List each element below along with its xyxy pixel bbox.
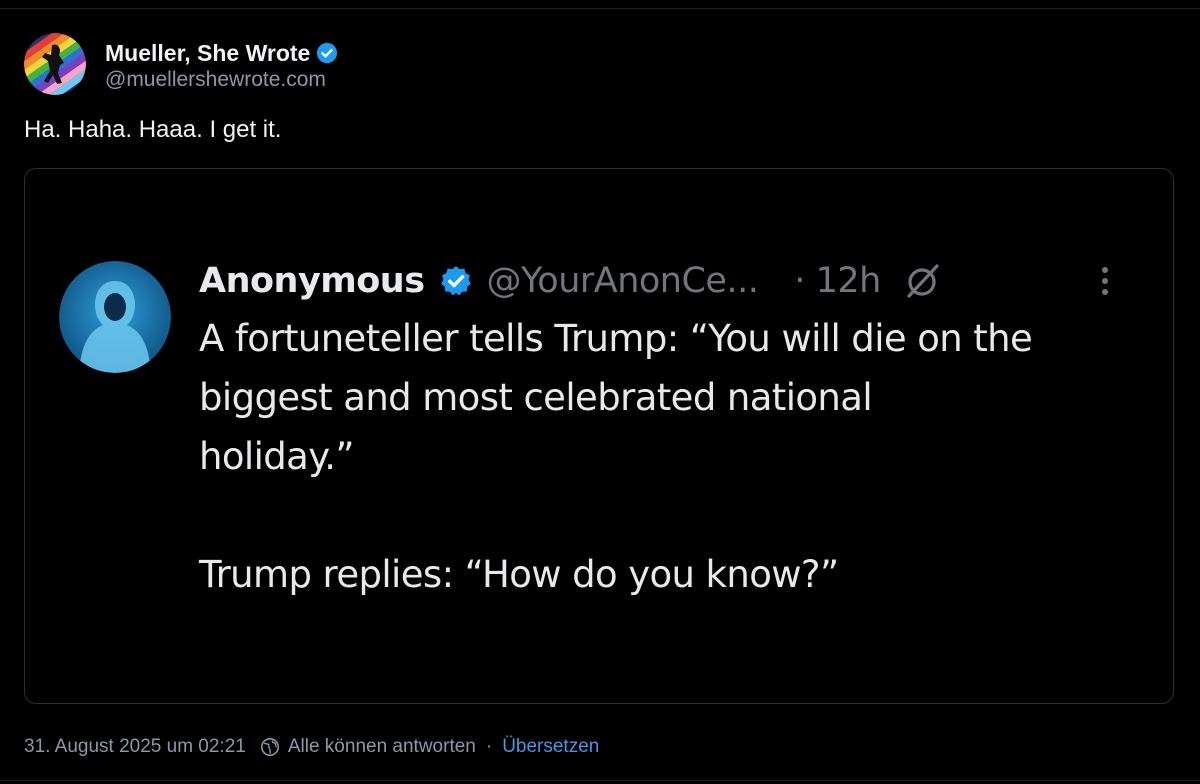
author-line: Mueller, She Wrote: [105, 36, 338, 70]
post-text: Ha. Haha. Haaa. I get it.: [24, 116, 282, 143]
grok-icon: [907, 264, 939, 298]
more-vertical-icon: [1102, 267, 1108, 295]
quoted-text-line: holiday.”: [199, 435, 355, 478]
author-avatar[interactable]: [24, 33, 86, 95]
bottom-divider: [0, 780, 1200, 781]
quoted-handle: @YourAnonCe...: [486, 261, 759, 301]
author-handle[interactable]: @muellershewrote.com: [105, 68, 338, 92]
author-display-name[interactable]: Mueller, She Wrote: [105, 40, 310, 67]
quoted-text-line: Trump replies: “How do you know?”: [199, 553, 839, 596]
quoted-display-name: Anonymous: [199, 261, 425, 301]
post-footer: 31. August 2025 um 02:21 Alle können ant…: [24, 733, 599, 761]
earth-icon: [260, 738, 279, 756]
quoted-verified-badge-icon: [440, 266, 471, 296]
post-timestamp[interactable]: 31. August 2025 um 02:21: [24, 736, 246, 758]
footer-separator: ·: [485, 736, 493, 757]
post-header: Mueller, She Wrote @muellershewrote.com: [24, 33, 338, 95]
translate-link[interactable]: Übersetzen: [502, 736, 599, 758]
quoted-time: · 12h: [794, 261, 881, 301]
quoted-author-avatar: [59, 261, 171, 373]
quoted-text-line: biggest and most celebrated national: [199, 376, 873, 419]
top-divider: [0, 8, 1200, 9]
quoted-header: Anonymous @YourAnonCe... · 12h: [199, 253, 1149, 309]
quoted-text-gap: [199, 486, 1159, 545]
quoted-text: A fortuneteller tells Trump: “You will d…: [199, 309, 1159, 604]
reply-setting: Alle können antworten: [287, 736, 476, 757]
author-block: Mueller, She Wrote @muellershewrote.com: [105, 36, 338, 92]
embedded-image-card[interactable]: Anonymous @YourAnonCe... · 12h A fortune…: [24, 168, 1174, 704]
verified-badge-icon: [317, 42, 338, 64]
quoted-text-line: A fortuneteller tells Trump: “You will d…: [199, 317, 1033, 360]
